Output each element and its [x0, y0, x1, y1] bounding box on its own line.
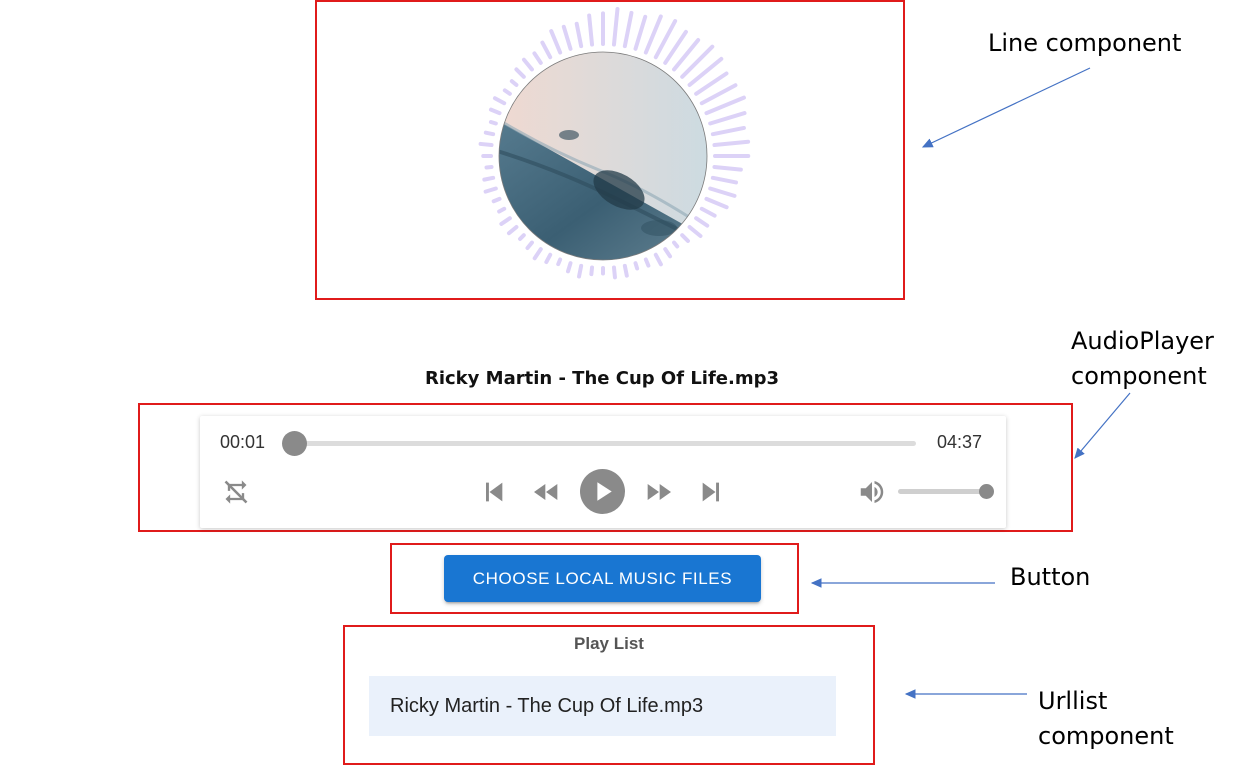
rewind-icon[interactable] [527, 476, 565, 508]
playlist-item[interactable]: Ricky Martin - The Cup Of Life.mp3 [369, 676, 836, 736]
volume-thumb[interactable] [979, 484, 994, 499]
audio-player: 00:01 04:37 [200, 416, 1006, 528]
skip-previous-icon[interactable] [479, 477, 507, 507]
arrow-audioplayer-component [1074, 392, 1131, 459]
current-time: 00:01 [220, 432, 266, 452]
play-icon[interactable] [580, 469, 625, 514]
annotation-arrows [810, 67, 1131, 699]
song-title: Ricky Martin - The Cup Of Life.mp3 [424, 368, 780, 389]
repeat-off-icon[interactable] [222, 478, 250, 506]
playlist-title: Play List [574, 634, 644, 653]
progress-track[interactable] [292, 441, 916, 446]
duration: 04:37 [937, 432, 983, 452]
progress-thumb[interactable] [281, 431, 307, 456]
fast-forward-icon[interactable] [640, 476, 678, 508]
volume-icon[interactable] [857, 477, 887, 507]
skip-next-icon[interactable] [698, 477, 726, 507]
choose-local-music-files-button[interactable]: CHOOSE LOCAL MUSIC FILES [444, 555, 761, 602]
volume-track[interactable] [898, 489, 986, 494]
arrow-line-component [921, 67, 1091, 148]
